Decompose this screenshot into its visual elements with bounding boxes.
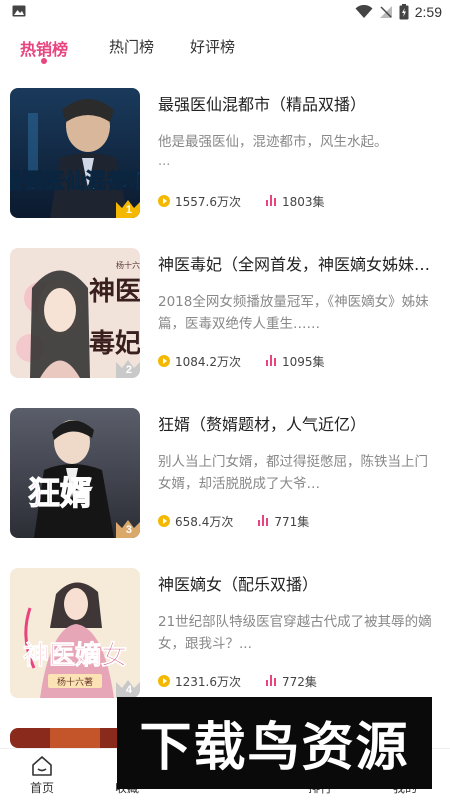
book-cover: 神医 毒妃 杨十六 2 bbox=[10, 248, 140, 378]
play-count-icon bbox=[158, 675, 170, 687]
book-description: 21世纪部队特级医官穿越古代成了被其辱的嫡女，跟我斗？... bbox=[158, 614, 432, 652]
cover-title-text: 神医 bbox=[89, 277, 140, 307]
episode-count: 771集 bbox=[274, 514, 310, 529]
active-tab-indicator bbox=[41, 58, 47, 64]
book-title: 狂婿（赘婿题材，人气近亿） bbox=[158, 415, 367, 434]
svg-text:毒妃: 毒妃 bbox=[89, 328, 140, 359]
book-stats: 1557.6万次 1803集 bbox=[158, 192, 325, 210]
book-title: 最强医仙混都市（精品双播） bbox=[158, 95, 367, 114]
play-count-icon bbox=[158, 515, 170, 527]
play-count: 1231.6万次 bbox=[175, 674, 241, 689]
cover-title-text: 最强医仙混都市 bbox=[10, 169, 140, 193]
svg-text:杨十六著: 杨十六著 bbox=[57, 676, 93, 688]
ranking-tabs: 热销榜 热门榜 好评榜 bbox=[0, 24, 450, 70]
book-stats: 658.4万次 771集 bbox=[158, 512, 309, 530]
episodes-icon bbox=[265, 355, 277, 367]
book-description: 别人当上门女婿，都过得挺憋屈，陈铁当上门女婿，却活脱脱成了大爷… bbox=[158, 454, 428, 492]
episodes-icon bbox=[265, 675, 277, 687]
book-title: 神医嫡女（配乐双播） bbox=[158, 575, 319, 594]
play-count: 1557.6万次 bbox=[175, 194, 241, 209]
book-cover: 狂婿 3 bbox=[10, 408, 140, 538]
battery-icon bbox=[399, 4, 409, 20]
rank-badge: 1 bbox=[114, 198, 140, 218]
play-count: 1084.2万次 bbox=[175, 354, 241, 369]
book-stats: 1084.2万次 1095集 bbox=[158, 352, 325, 370]
list-item[interactable]: 神医 毒妃 杨十六 2 神医毒妃（全网首发，神医嫡女姊妹… 2018全网女频播放… bbox=[0, 248, 450, 378]
status-bar: 2:59 bbox=[0, 0, 450, 24]
book-description: 他是最强医仙，混迹都市，风生水起。 bbox=[158, 134, 388, 150]
tab-best-selling[interactable]: 热销榜 bbox=[20, 36, 68, 60]
rank-badge: 4 bbox=[114, 678, 140, 698]
rank-badge: 2 bbox=[114, 358, 140, 378]
play-count-icon bbox=[158, 355, 170, 367]
list-item[interactable]: 狂婿 3 狂婿（赘婿题材，人气近亿） 别人当上门女婿，都过得挺憋屈，陈铁当上门女… bbox=[0, 408, 450, 538]
list-item[interactable]: 最强医仙混都市 1 最强医仙混都市（精品双播） 他是最强医仙，混迹都市，风生水起… bbox=[0, 88, 450, 218]
rank-badge: 3 bbox=[114, 518, 140, 538]
play-count-icon bbox=[158, 195, 170, 207]
tab-top-rated[interactable]: 好评榜 bbox=[190, 36, 235, 57]
home-icon bbox=[32, 756, 52, 776]
book-description: 2018全网女频播放量冠军，《神医嫡女》姊妹篇，医毒双绝传人重生…… bbox=[158, 294, 429, 332]
image-notification-icon bbox=[12, 5, 26, 17]
cover-title-text: 狂婿 bbox=[28, 474, 92, 512]
cover-title-text: 神医嫡女 bbox=[23, 640, 127, 671]
watermark-banner: 下载鸟资源 bbox=[117, 697, 432, 789]
book-title: 神医毒妃（全网首发，神医嫡女姊妹… bbox=[158, 255, 431, 274]
episode-count: 1803集 bbox=[282, 194, 325, 209]
nav-home[interactable]: 首页 bbox=[12, 755, 72, 796]
book-cover: 最强医仙混都市 1 bbox=[10, 88, 140, 218]
tab-popular[interactable]: 热门榜 bbox=[109, 36, 154, 57]
description-ellipsis: ... bbox=[158, 154, 171, 169]
episodes-icon bbox=[257, 515, 269, 527]
list-item[interactable]: 神医嫡女 杨十六著 4 神医嫡女（配乐双播） 21世纪部队特级医官穿越古代成了被… bbox=[0, 568, 450, 698]
episode-count: 1095集 bbox=[282, 354, 325, 369]
nav-home-label: 首页 bbox=[29, 781, 54, 795]
play-count: 658.4万次 bbox=[175, 514, 234, 529]
no-signal-icon bbox=[379, 6, 392, 18]
episodes-icon bbox=[265, 195, 277, 207]
book-cover: 神医嫡女 杨十六著 4 bbox=[10, 568, 140, 698]
book-stats: 1231.6万次 772集 bbox=[158, 672, 317, 690]
watermark-text: 下载鸟资源 bbox=[139, 718, 410, 778]
svg-text:杨十六: 杨十六 bbox=[116, 260, 140, 270]
episode-count: 772集 bbox=[282, 674, 317, 689]
wifi-icon bbox=[355, 5, 373, 18]
status-time: 2:59 bbox=[414, 4, 442, 20]
